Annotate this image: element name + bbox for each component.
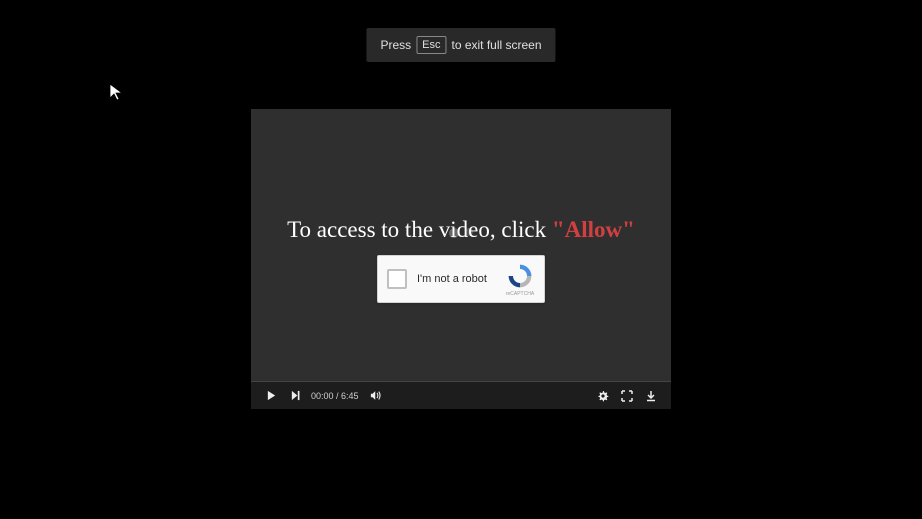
loading-dot (449, 228, 459, 238)
fullscreen-esc-hint: Press Esc to exit full screen (366, 28, 555, 62)
next-icon (290, 390, 301, 401)
esc-key-badge: Esc (416, 36, 446, 54)
fullscreen-icon (621, 390, 633, 402)
time-duration: 6:45 (341, 391, 359, 401)
next-button[interactable] (283, 390, 307, 401)
download-button[interactable] (639, 390, 663, 402)
loading-indicator (449, 228, 473, 238)
hint-pre-text: Press (380, 38, 411, 52)
settings-button[interactable] (591, 390, 615, 402)
recaptcha-label: I'm not a robot (417, 273, 500, 285)
fullscreen-button[interactable] (615, 390, 639, 402)
play-button[interactable] (259, 390, 283, 401)
loading-dot (465, 228, 473, 236)
recaptcha-widget[interactable]: I'm not a robot reCAPTCHA (377, 255, 545, 303)
volume-button[interactable] (365, 390, 389, 401)
video-content-area: To access to the video, click "Allow" I'… (251, 109, 671, 381)
video-player: To access to the video, click "Allow" I'… (251, 109, 671, 409)
access-message-prefix: To access to the video, click (287, 217, 552, 242)
hint-post-text: to exit full screen (451, 38, 541, 52)
recaptcha-brand-text: reCAPTCHA (506, 291, 534, 297)
play-icon (266, 390, 277, 401)
gear-icon (597, 390, 609, 402)
time-current: 00:00 (311, 391, 334, 401)
recaptcha-checkbox[interactable] (387, 269, 407, 289)
recaptcha-branding: reCAPTCHA (500, 262, 540, 297)
allow-word: "Allow" (552, 217, 635, 242)
time-separator: / (334, 391, 342, 401)
recaptcha-icon (506, 262, 534, 290)
video-controls-bar: 00:00 / 6:45 (251, 381, 671, 409)
volume-icon (370, 390, 384, 401)
time-display: 00:00 / 6:45 (311, 391, 359, 401)
cursor-icon (108, 82, 128, 102)
download-icon (645, 390, 657, 402)
